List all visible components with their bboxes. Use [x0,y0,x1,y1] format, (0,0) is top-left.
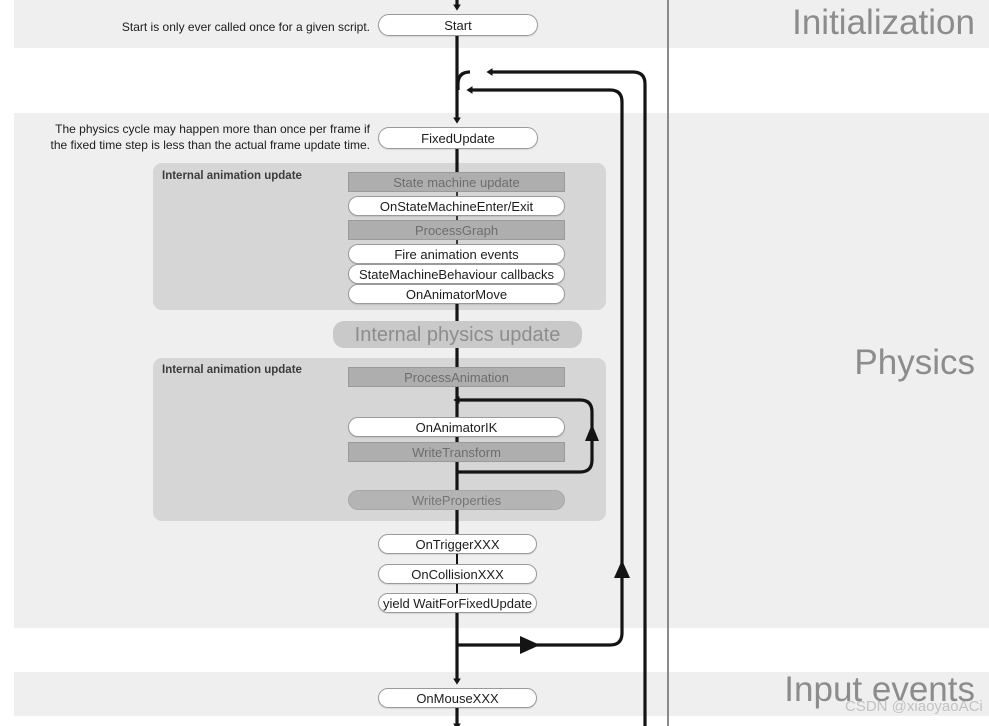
node-fixedupdate[interactable]: FixedUpdate [378,127,538,149]
node-writetransform[interactable]: WriteTransform [348,442,565,462]
annotation-fixedupdate-line-2: the fixed time step is less than the act… [50,138,371,153]
flow-physics-loop-inner-branch-arrow [520,636,540,654]
annotation-fixedupdate-line-1: The physics cycle may happen more than o… [55,122,370,136]
annotation-start: Start is only ever called once for a giv… [30,19,370,35]
group-internal-animation-update-2-label: Internal animation update [162,364,302,376]
node-onanimatorik[interactable]: OnAnimatorIK [348,417,565,437]
node-state-machine-update[interactable]: State machine update [348,172,565,192]
node-fire-animation-events[interactable]: Fire animation events [348,244,565,264]
node-oncollisionxxx[interactable]: OnCollisionXXX [378,564,537,584]
node-processanimation[interactable]: ProcessAnimation [348,367,565,387]
flow-loop-join-outer [456,70,471,90]
node-onanimatormove[interactable]: OnAnimatorMove [348,284,565,304]
node-onstatemachineenterexit[interactable]: OnStateMachineEnter/Exit [348,196,565,216]
section-divider [667,0,669,726]
watermark: CSDN @xiaoyaoACi [845,698,983,715]
phase-label-physics: Physics [854,343,975,382]
node-onmousexxx[interactable]: OnMouseXXX [378,688,537,708]
diagram-canvas: Initialization Physics Input events Star… [0,0,989,726]
annotation-fixedupdate: The physics cycle may happen more than o… [30,121,371,153]
node-writeproperties[interactable]: WriteProperties [348,490,565,510]
node-statemachinebehaviour-callbacks[interactable]: StateMachineBehaviour callbacks [348,264,565,284]
node-start[interactable]: Start [378,14,538,36]
node-yield-waitforfixedupdate[interactable]: yield WaitForFixedUpdate [378,593,537,613]
annotation-start-line-1: Start is only ever called once for a giv… [121,20,370,34]
node-processgraph[interactable]: ProcessGraph [348,220,565,240]
phase-label-initialization: Initialization [792,3,975,42]
node-internal-physics-update[interactable]: Internal physics update [333,321,582,348]
group-internal-animation-update-1-label: Internal animation update [162,170,302,182]
node-ontriggerxxx[interactable]: OnTriggerXXX [378,534,537,554]
